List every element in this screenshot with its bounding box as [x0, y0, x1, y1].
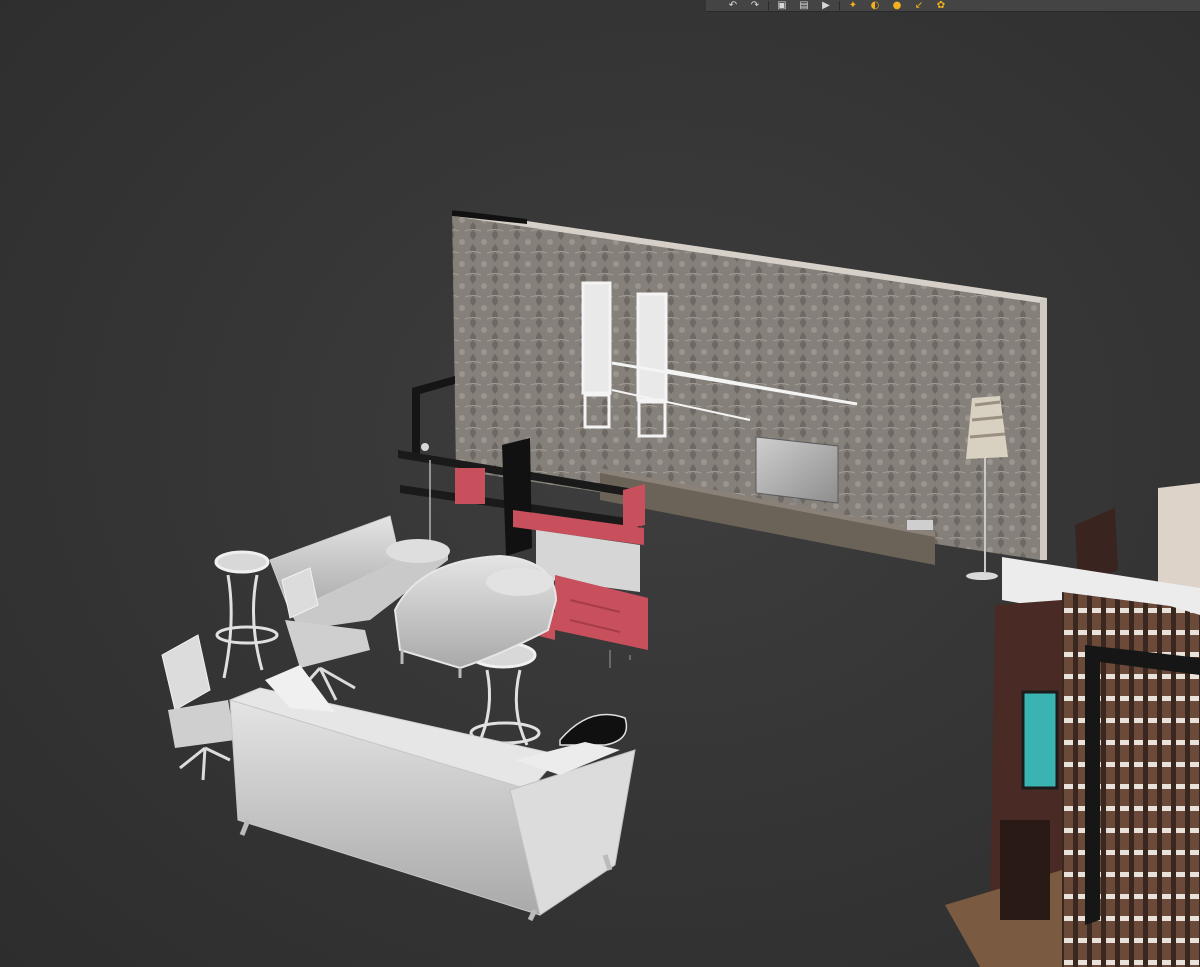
right-partition — [945, 483, 1200, 967]
render-icon[interactable]: ◐ — [866, 0, 884, 11]
office-chair-front — [161, 634, 235, 781]
redo-icon[interactable]: ↷ — [746, 0, 764, 11]
3d-viewport[interactable]: ↶ ↷ ▣ ▤ ▶ ✦ ◐ ● ↙ ✿ — [0, 0, 1200, 967]
toolbar-divider — [768, 1, 769, 10]
pin-icon[interactable]: ✦ — [844, 0, 862, 11]
accent-chair — [559, 713, 628, 746]
layers-icon[interactable]: ▤ — [795, 0, 813, 11]
main-toolbar: ↶ ↷ ▣ ▤ ▶ ✦ ◐ ● ↙ ✿ — [706, 0, 1200, 12]
sofa-front — [228, 665, 636, 922]
toolbar-divider — [839, 1, 840, 10]
scene-render — [161, 210, 1200, 967]
camera-icon[interactable]: ▶ — [817, 0, 835, 11]
arrow-icon[interactable]: ↙ — [910, 0, 928, 11]
undo-icon[interactable]: ↶ — [724, 0, 742, 11]
bar-stool-left — [214, 550, 279, 679]
settings-icon[interactable]: ✿ — [932, 0, 950, 11]
light-icon[interactable]: ● — [888, 0, 906, 11]
save-icon[interactable]: ▣ — [773, 0, 791, 11]
